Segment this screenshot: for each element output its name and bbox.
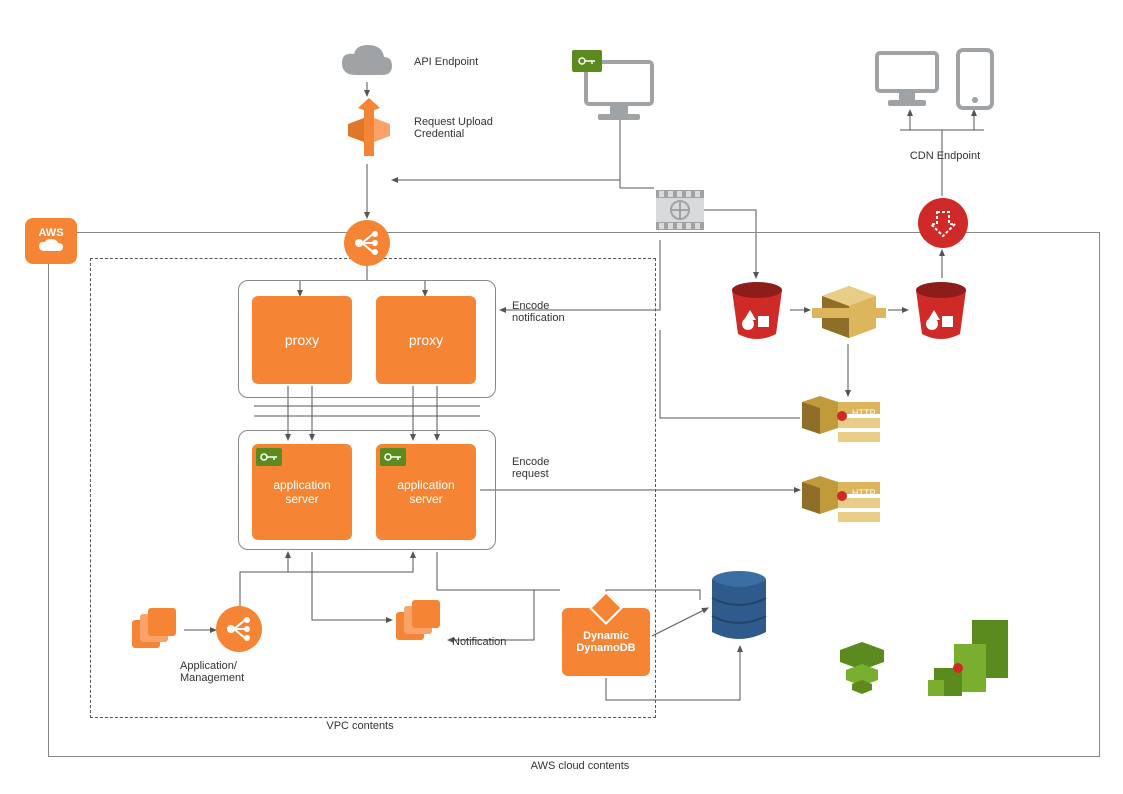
vpc-contents-label: VPC contents: [310, 720, 410, 732]
proxy-instance-1: proxy: [252, 296, 352, 384]
elastic-beanstalk-icon: [834, 640, 890, 694]
app1-label: application server: [273, 478, 330, 506]
aws-badge-label: AWS: [38, 227, 63, 239]
http-badge-2: HTTP: [852, 488, 876, 498]
aws-cloud-icon: AWS: [25, 218, 77, 264]
aws-cloud-contents-label: AWS cloud contents: [500, 760, 660, 772]
sns-topic-icon: [802, 396, 880, 450]
elastic-transcoder-icon: [812, 282, 886, 342]
cloud-icon: [340, 45, 394, 81]
app2-label: application server: [397, 478, 454, 506]
key-credential-icon: [380, 448, 406, 466]
api-endpoint-label: API Endpoint: [414, 56, 494, 68]
client-mobile-icon: [954, 48, 996, 113]
instances-icon: [132, 608, 180, 656]
request-upload-credential-label: Request Upload Credential: [414, 116, 514, 140]
database-icon: [710, 570, 768, 644]
load-balancer-icon: [216, 606, 262, 652]
proxy2-label: proxy: [409, 332, 443, 348]
proxy-instance-2: proxy: [376, 296, 476, 384]
encode-notification-label: Encode notification: [512, 300, 592, 324]
sts-token-service-icon: [348, 98, 390, 162]
cloudfront-icon: [918, 198, 968, 248]
cloudwatch-icon: [928, 620, 1012, 698]
s3-bucket-icon: [910, 280, 972, 342]
key-credential-icon: [256, 448, 282, 466]
s3-bucket-icon: [726, 280, 788, 342]
video-media-icon: [656, 190, 704, 230]
sns-topic-icon: [802, 476, 880, 530]
proxy1-label: proxy: [285, 332, 319, 348]
http-badge-1: HTTP: [852, 408, 876, 418]
application-management-label: Application/ Management: [180, 660, 270, 684]
client-desktop-icon: [872, 50, 942, 111]
dynamo-label: Dynamic DynamoDB: [576, 630, 635, 654]
cdn-endpoint-label: CDN Endpoint: [900, 150, 990, 162]
encode-request-label: Encode request: [512, 456, 582, 480]
instances-icon: [396, 600, 444, 648]
load-balancer-icon: [344, 220, 390, 266]
notification-label: Notification: [452, 636, 522, 648]
key-credential-icon: [572, 50, 602, 72]
